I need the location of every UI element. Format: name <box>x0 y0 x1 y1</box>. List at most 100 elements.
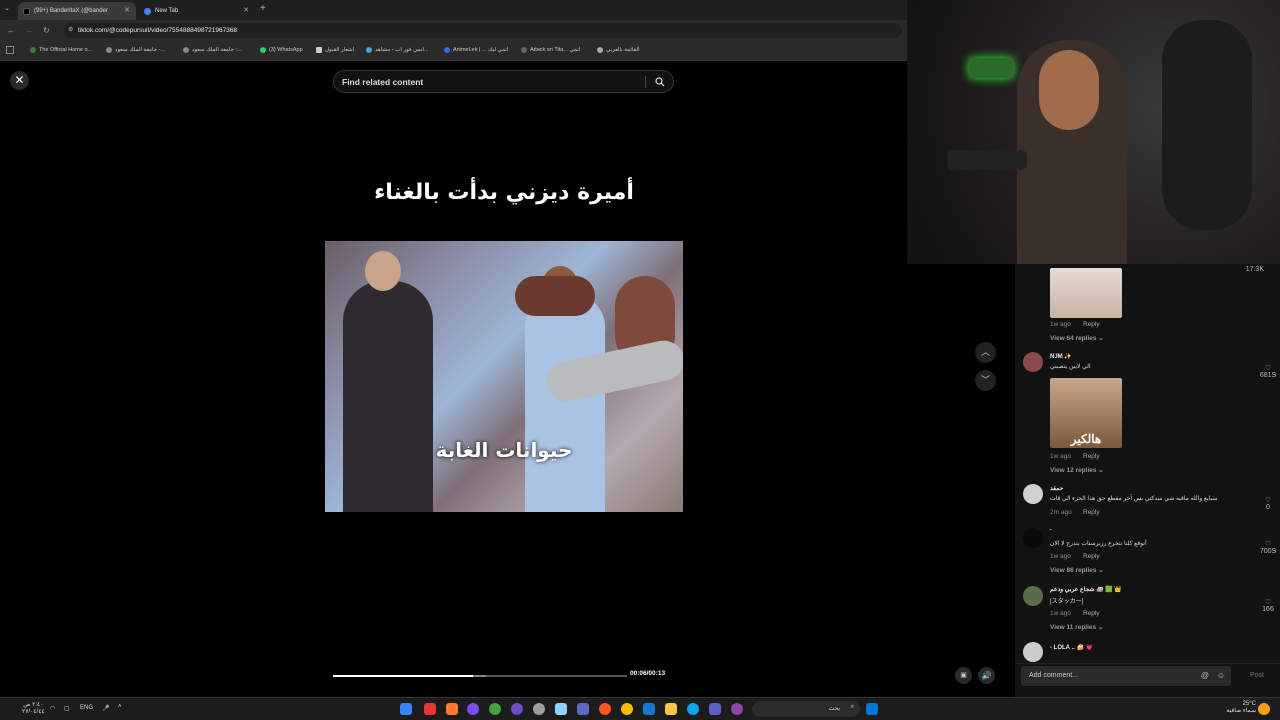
microphone-shape <box>947 150 1027 170</box>
avatar[interactable] <box>1023 484 1043 504</box>
next-video-button[interactable]: ﹀ <box>975 370 996 391</box>
bookmark-item[interactable]: Attack on Tita... انمي <box>521 41 580 59</box>
weather-widget[interactable]: 25°C سماء صافية <box>1212 701 1256 714</box>
app-icon[interactable] <box>446 703 458 715</box>
app-icon[interactable] <box>467 703 479 715</box>
emoji-icon[interactable]: ☺ <box>1217 666 1225 686</box>
bookmark-item[interactable]: اشعار القبول <box>316 41 354 59</box>
avatar[interactable] <box>1023 352 1043 372</box>
bookmark-item[interactable]: جامعة الملك سعود -... <box>106 41 165 59</box>
weather-icon <box>1258 703 1270 715</box>
reply-button[interactable]: Reply <box>1083 321 1100 328</box>
view-replies-button[interactable]: View 11 replies ⌄ <box>1050 623 1103 631</box>
show-hidden-icon[interactable]: ˄ <box>118 704 122 710</box>
reply-button[interactable]: Reply <box>1083 610 1100 617</box>
bookmark-item[interactable]: جامعة الملك سعود :... <box>183 41 242 59</box>
avatar[interactable] <box>1023 586 1043 606</box>
tab-new[interactable]: New Tab ✕ <box>139 2 255 20</box>
bookmark-item[interactable]: (3) WhatsApp <box>260 41 303 59</box>
comment-image <box>1050 268 1122 318</box>
app-icon[interactable] <box>400 703 412 715</box>
notifications-icon[interactable]: ▢ <box>64 705 70 712</box>
comment-text: [スタッカー] <box>1050 599 1084 605</box>
steam-icon[interactable] <box>643 703 655 715</box>
video-progress-bar[interactable] <box>333 675 627 677</box>
comment-like[interactable]: ♡ 700S <box>1256 540 1280 555</box>
wifi-icon[interactable]: ◠ <box>50 705 55 712</box>
app-icon[interactable] <box>424 703 436 715</box>
url-text: tiktok.com/@codepursuit/video/7554888498… <box>78 27 238 34</box>
bookmark-item[interactable]: انمي فور اب - مشاهد... <box>366 41 429 59</box>
taskbar-search[interactable]: بحث ⌕ <box>752 701 860 717</box>
forward-icon[interactable]: → <box>25 20 33 41</box>
microphone-icon[interactable]: 🎤 <box>102 705 109 712</box>
back-icon[interactable]: ← <box>7 20 15 41</box>
clock[interactable]: ٢:٤٠ ص ٢٧/٠٤/٤٤ <box>22 701 45 715</box>
comment-time: 1w ago <box>1050 610 1071 617</box>
comments-panel: 17.3K 1w ago Reply View 64 replies ⌄ NJM… <box>1015 264 1280 697</box>
reply-button[interactable]: Reply <box>1083 453 1100 460</box>
view-replies-button[interactable]: View 12 replies ⌄ <box>1050 466 1104 474</box>
app-icon[interactable] <box>511 703 523 715</box>
comment-author[interactable]: - LOLA .. 🍰 💗 <box>1050 644 1093 651</box>
reply-button[interactable]: Reply <box>1083 553 1100 560</box>
app-icon[interactable] <box>577 703 589 715</box>
avatar[interactable] <box>1023 642 1043 662</box>
comment-input[interactable]: Add comment... @ ☺ <box>1021 666 1231 686</box>
chrome-icon <box>144 8 151 15</box>
reload-icon[interactable]: ↻ <box>43 20 50 41</box>
avatar[interactable] <box>1023 528 1043 548</box>
edge-icon[interactable] <box>687 703 699 715</box>
folder-icon[interactable] <box>665 703 677 715</box>
app-icon[interactable] <box>731 703 743 715</box>
figure-shape <box>525 296 605 512</box>
comment-author[interactable]: حمقد <box>1050 485 1063 492</box>
like-count: 17.3K <box>1245 266 1264 273</box>
close-icon[interactable]: ✕ <box>10 71 29 90</box>
neon-sign <box>969 58 1013 78</box>
heart-icon: ♡ <box>1264 599 1272 606</box>
bookmark-item[interactable]: The Official Home o... <box>30 41 92 59</box>
previous-video-button[interactable]: ︿ <box>975 342 996 363</box>
figure-shape <box>515 276 595 316</box>
close-tab-icon[interactable]: ✕ <box>124 2 130 20</box>
reply-button[interactable]: Reply <box>1083 509 1100 516</box>
comment-sticker: هالكير <box>1050 378 1122 448</box>
search-input[interactable]: Find related content <box>333 70 674 93</box>
tab-list-icon[interactable]: ⌄ <box>4 4 10 12</box>
volume-icon[interactable]: 🔊 <box>978 667 995 684</box>
firefox-icon[interactable] <box>599 703 611 715</box>
comment-author[interactable]: شجاع عربي ودعم 🚑 🟩 👑 <box>1050 586 1122 593</box>
language-indicator[interactable]: ENG <box>80 705 93 711</box>
new-tab-button[interactable]: + <box>260 3 266 14</box>
app-icon[interactable] <box>555 703 567 715</box>
comment-author[interactable]: NJM ✨ <box>1050 353 1072 360</box>
captions-icon[interactable]: ▣ <box>955 667 972 684</box>
comment-author[interactable]: . <box>1050 526 1052 532</box>
bookmark-item[interactable]: AnimeLek | ... انمي ليك <box>444 41 508 59</box>
app-icon[interactable] <box>489 703 501 715</box>
start-icon[interactable] <box>866 703 878 715</box>
bookmark-item[interactable]: القائمة بالعربي <box>597 41 640 59</box>
figure-shape <box>365 251 401 291</box>
comment-time: 1w ago <box>1050 321 1071 328</box>
comment-like[interactable]: ♡ 0 <box>1256 496 1280 511</box>
comment-like[interactable]: ♡ 166 <box>1256 598 1280 613</box>
comment-like[interactable]: ♡ 681S <box>1256 364 1280 379</box>
video-nav-controls: ︿ ﹀ <box>975 340 1000 400</box>
post-button[interactable]: Post <box>1250 666 1264 686</box>
chrome-icon[interactable] <box>621 703 633 715</box>
view-replies-button[interactable]: View 64 replies ⌄ <box>1050 334 1104 342</box>
tab-tiktok[interactable]: (99+) BanderitaX (@bander ✕ <box>18 2 136 20</box>
close-tab-icon[interactable]: ✕ <box>243 2 249 20</box>
comment-text: سبايع والله ماقيه شي سدكتي بس آخر مقطع ح… <box>1050 496 1218 502</box>
apps-icon[interactable] <box>6 46 14 54</box>
view-replies-button[interactable]: View 86 replies ⌄ <box>1050 566 1104 574</box>
site-info-icon[interactable]: ⚙ <box>68 23 73 38</box>
bookmarks-bar: The Official Home o... جامعة الملك سعود … <box>0 41 907 61</box>
mention-icon[interactable]: @ <box>1201 666 1209 686</box>
app-icon[interactable] <box>533 703 545 715</box>
search-icon[interactable] <box>655 77 665 87</box>
teams-icon[interactable] <box>709 703 721 715</box>
url-field[interactable]: ⚙ tiktok.com/@codepursuit/video/75548884… <box>64 23 902 38</box>
